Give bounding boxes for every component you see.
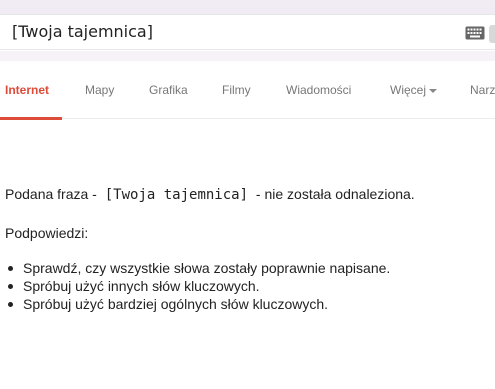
hints-list: Sprawdź, czy wszystkie słowa zostały pop… [5, 259, 490, 313]
list-item: Spróbuj użyć bardziej ogólnych słów kluc… [5, 295, 490, 313]
message-query: [Twoja tajemnica] [104, 187, 249, 203]
message-prefix: Podana fraza - [5, 186, 97, 202]
no-results-message: Podana fraza - [Twoja tajemnica] - nie z… [5, 186, 490, 203]
tab-narzedzia[interactable]: Narz [470, 83, 495, 97]
tab-mapy[interactable]: Mapy [85, 83, 114, 97]
chevron-down-icon [429, 88, 438, 93]
top-strip [0, 0, 495, 14]
keyboard-icon[interactable] [465, 26, 485, 40]
search-box[interactable]: [Twoja tajemnica] [0, 14, 495, 50]
tab-internet[interactable]: Internet [5, 83, 49, 97]
tab-grafika[interactable]: Grafika [149, 83, 188, 97]
tab-wiecej[interactable]: Więcej [390, 83, 438, 97]
list-item: Spróbuj użyć innych słów kluczowych. [5, 277, 490, 295]
tab-wiadomosci[interactable]: Wiadomości [286, 83, 351, 97]
tab-wiecej-label: Więcej [390, 83, 427, 97]
hints-heading: Podpowiedzi: [5, 225, 89, 241]
message-suffix: - nie została odnaleziona. [255, 186, 415, 202]
tab-filmy[interactable]: Filmy [222, 83, 251, 97]
active-tab-indicator [0, 117, 62, 120]
list-item: Sprawdź, czy wszystkie słowa zostały pop… [5, 259, 490, 277]
search-tabs: Internet Mapy Grafika Filmy Wiadomości W… [0, 61, 495, 120]
search-query[interactable]: [Twoja tajemnica] [12, 22, 153, 41]
voice-search-edge[interactable] [489, 25, 495, 43]
header-shadow [0, 51, 495, 61]
